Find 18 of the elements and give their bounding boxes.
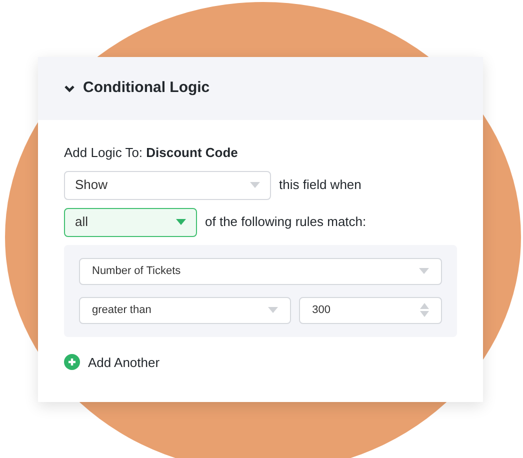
plus-icon [64,354,80,370]
caret-icon [268,307,278,313]
spinner-icon [420,303,430,317]
number-field[interactable]: 300 [299,296,442,324]
target-label: Add Logic To: Discount Code [64,144,239,162]
select-field[interactable]: Number of Tickets [79,258,442,284]
condition-text: of the following rules match: [205,213,366,232]
chevron-icon [64,84,75,92]
caret-icon [176,219,186,225]
panel-title: Conditional Logic [83,78,210,98]
condition-text: this field when [279,176,362,194]
caret-icon [419,268,429,274]
caret-icon [250,182,260,188]
select-field[interactable]: Show [64,170,271,200]
select-field[interactable]: greater than [79,296,292,324]
collapse-toggle[interactable] [64,84,75,92]
select-field[interactable]: all [64,208,197,236]
add-another-button[interactable]: Add Another [64,352,160,372]
